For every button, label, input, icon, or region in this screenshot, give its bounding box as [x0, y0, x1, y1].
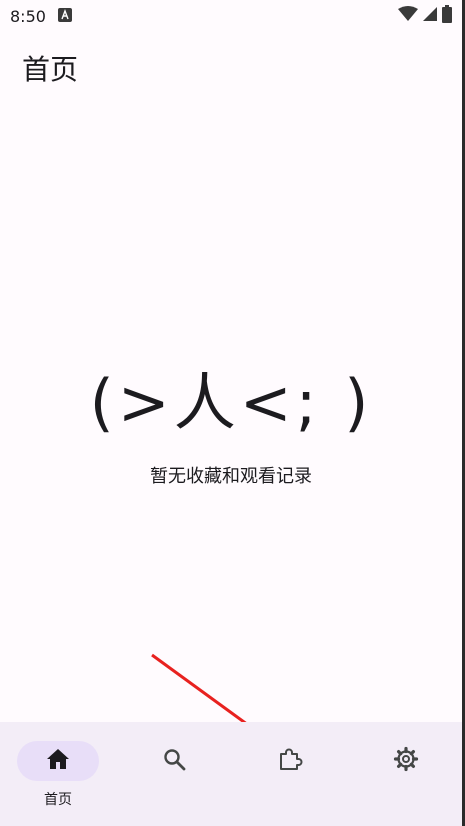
battery-icon: [442, 5, 452, 27]
puzzle-icon: [277, 746, 303, 776]
empty-state-kaomoji: (>人<; ): [89, 366, 373, 439]
nav-extensions-indicator[interactable]: [249, 741, 331, 781]
app-screen: 8:50 首页 (>人<;) 暂无收藏和观看记录 首页: [0, 0, 465, 826]
bottom-navigation: 首页: [0, 722, 462, 826]
search-icon: [162, 747, 186, 775]
gear-icon: [393, 746, 419, 776]
nav-settings-indicator[interactable]: [365, 741, 447, 781]
nav-item-extensions[interactable]: [232, 722, 348, 826]
nav-home-label: 首页: [44, 792, 72, 808]
nav-item-search[interactable]: [116, 722, 232, 826]
wifi-icon: [398, 6, 418, 26]
status-bar: 8:50: [0, 0, 462, 32]
empty-state-message: 暂无收藏和观看记录: [150, 466, 312, 487]
keyboard-icon: [57, 7, 72, 26]
home-icon: [46, 747, 70, 775]
page-title: 首页: [22, 53, 79, 86]
nav-home-indicator[interactable]: [17, 741, 99, 781]
status-left: 8:50: [10, 7, 72, 26]
nav-item-home[interactable]: 首页: [0, 722, 116, 826]
signal-icon: [422, 6, 438, 26]
nav-item-settings[interactable]: [348, 722, 462, 826]
status-time: 8:50: [10, 6, 46, 26]
nav-search-indicator[interactable]: [133, 741, 215, 781]
status-right: [398, 5, 452, 27]
